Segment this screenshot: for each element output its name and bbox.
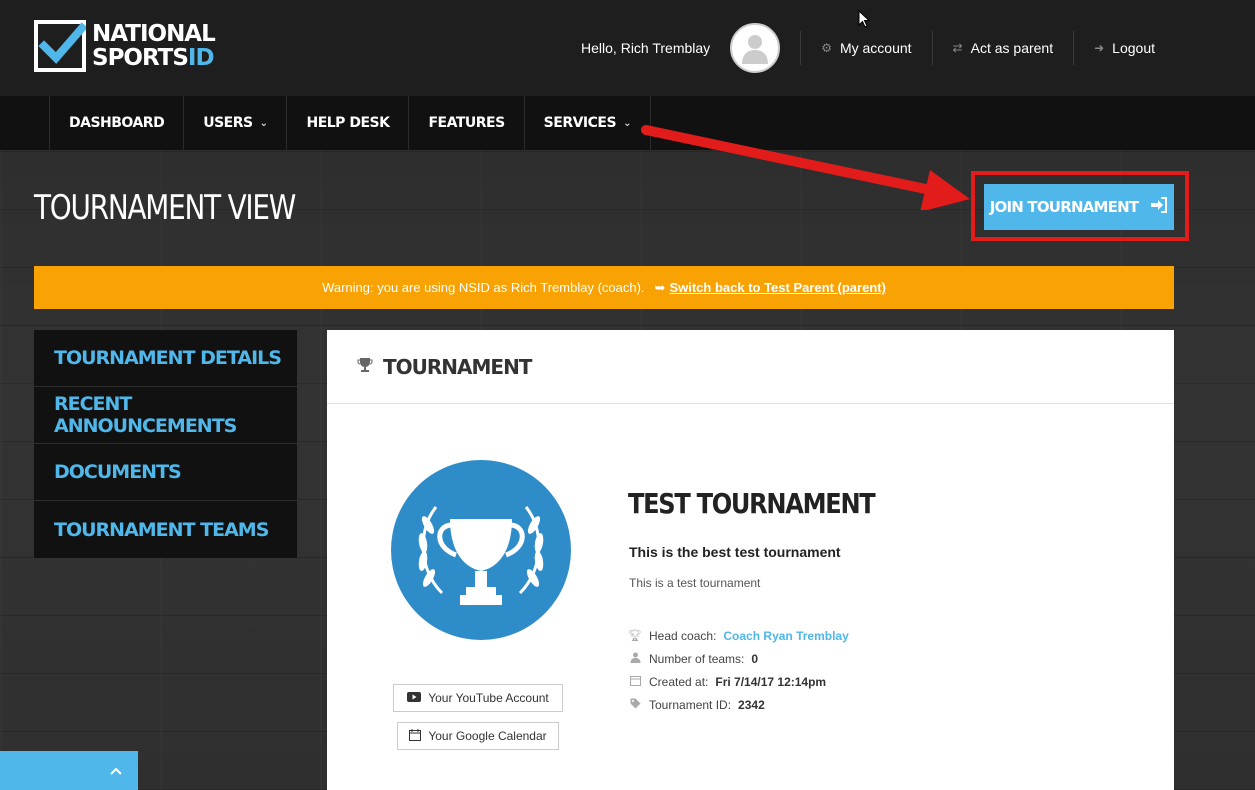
tournament-description: This is a test tournament xyxy=(629,576,761,590)
meta-head-coach: 🏆︎ Head coach: Coach Ryan Tremblay xyxy=(628,624,849,647)
nav-features[interactable]: FEATURES xyxy=(409,96,525,150)
tournament-tagline: This is the best test tournament xyxy=(629,544,841,560)
user-area: Hello, Rich Tremblay ⚙ My account ⇄ Act … xyxy=(581,0,1255,96)
top-header: NATIONAL SPORTSID Hello, Rich Tremblay ⚙… xyxy=(0,0,1255,96)
site-logo[interactable]: NATIONAL SPORTSID xyxy=(34,20,216,72)
tournament-id-label: Tournament ID: xyxy=(649,697,732,712)
user-silhouette-icon xyxy=(742,35,769,64)
join-tournament-button[interactable]: JOIN TOURNAMENT xyxy=(984,184,1174,230)
main-nav: DASHBOARD USERS ⌄ HELP DESK FEATURES SERV… xyxy=(0,96,1255,150)
side-item-tournament-details[interactable]: TOURNAMENT DETAILS xyxy=(34,330,297,387)
youtube-account-button[interactable]: Your YouTube Account xyxy=(393,684,563,712)
trophy-icon xyxy=(357,357,373,377)
page-title: TOURNAMENT VIEW xyxy=(34,188,296,228)
act-as-parent-link[interactable]: ⇄ Act as parent xyxy=(931,31,1074,65)
panel-header: TOURNAMENT xyxy=(327,330,1174,404)
logout-link[interactable]: ➜ Logout xyxy=(1073,31,1175,65)
greeting: Hello, Rich Tremblay xyxy=(581,40,711,56)
nav-users[interactable]: USERS ⌄ xyxy=(184,96,288,150)
logo-line-1: NATIONAL xyxy=(92,21,216,47)
panel-heading: TOURNAMENT xyxy=(383,354,532,379)
nav-services-label: SERVICES xyxy=(543,115,617,131)
nav-dashboard-label: DASHBOARD xyxy=(69,115,165,131)
logo-id: ID xyxy=(187,45,215,71)
chevron-down-icon: ⌄ xyxy=(259,117,268,129)
chevron-down-icon: ⌄ xyxy=(623,117,631,129)
calendar-button-label: Your Google Calendar xyxy=(428,729,547,743)
head-coach-link[interactable]: Coach Ryan Tremblay xyxy=(723,629,848,643)
tournament-logo-icon xyxy=(391,460,571,640)
mouse-cursor-icon xyxy=(858,10,871,28)
logo-text: NATIONAL SPORTSID xyxy=(92,21,216,70)
user-icon xyxy=(628,652,642,666)
switch-back-link[interactable]: Switch back to Test Parent (parent) xyxy=(669,280,885,295)
meta-team-count: Number of teams: 0 xyxy=(628,647,849,670)
tournament-meta: 🏆︎ Head coach: Coach Ryan Tremblay Numbe… xyxy=(628,624,849,716)
logout-icon: ➜ xyxy=(1094,41,1105,55)
expand-tab[interactable] xyxy=(0,751,138,790)
avatar[interactable] xyxy=(730,23,781,73)
nav-help-desk[interactable]: HELP DESK xyxy=(287,96,410,150)
teams-value: 0 xyxy=(751,651,759,666)
nav-users-label: USERS xyxy=(203,115,253,131)
tag-icon xyxy=(628,698,642,712)
annotation-arrow xyxy=(641,125,970,210)
google-calendar-button[interactable]: Your Google Calendar xyxy=(397,722,559,750)
warning-text: Warning: you are using NSID as Rich Trem… xyxy=(322,280,645,295)
join-tournament-label: JOIN TOURNAMENT xyxy=(989,198,1139,216)
teams-label: Number of teams: xyxy=(649,651,745,666)
logo-line-2: SPORTSID xyxy=(92,46,215,70)
side-item-recent-announcements[interactable]: RECENT ANNOUNCEMENTS xyxy=(34,387,297,444)
created-label: Created at: xyxy=(649,674,709,689)
tournament-panel: TOURNAMENT Your YouTube Account Your Goo… xyxy=(327,330,1174,790)
tournament-id-value: 2342 xyxy=(738,697,765,712)
logout-label: Logout xyxy=(1112,40,1155,56)
sign-in-icon xyxy=(1150,197,1168,217)
head-coach-label: Head coach: xyxy=(649,628,717,643)
side-item-documents[interactable]: DOCUMENTS xyxy=(34,444,297,501)
my-account-link[interactable]: ⚙ My account xyxy=(800,31,931,65)
swap-icon: ⇄ xyxy=(952,41,963,55)
nav-dashboard[interactable]: DASHBOARD xyxy=(50,96,185,150)
meta-tournament-id: Tournament ID: 2342 xyxy=(628,693,849,716)
calendar-icon xyxy=(628,675,642,689)
nav-help-desk-label: HELP DESK xyxy=(306,115,390,131)
side-item-tournament-teams[interactable]: TOURNAMENT TEAMS xyxy=(34,501,297,558)
side-item-label: TOURNAMENT DETAILS xyxy=(54,347,282,369)
meta-created-at: Created at: Fri 7/14/17 12:14pm xyxy=(628,670,849,693)
youtube-icon xyxy=(407,691,422,705)
logo-check-icon xyxy=(34,20,86,72)
side-item-label: TOURNAMENT TEAMS xyxy=(54,518,269,541)
side-menu: TOURNAMENT DETAILS RECENT ANNOUNCEMENTS … xyxy=(34,330,297,558)
nav-services[interactable]: SERVICES ⌄ xyxy=(525,96,651,150)
my-account-label: My account xyxy=(839,40,912,56)
created-value: Fri 7/14/17 12:14pm xyxy=(715,674,827,689)
youtube-button-label: Your YouTube Account xyxy=(428,691,549,705)
calendar-icon xyxy=(409,728,422,744)
side-item-label: DOCUMENTS xyxy=(54,461,182,483)
side-item-label: RECENT ANNOUNCEMENTS xyxy=(54,393,237,437)
trophy-icon: 🏆︎ xyxy=(628,630,642,642)
impersonation-warning: Warning: you are using NSID as Rich Trem… xyxy=(34,266,1174,309)
switch-user-icon: ➥ xyxy=(654,279,666,295)
nav-features-label: FEATURES xyxy=(428,115,505,131)
gear-icon: ⚙ xyxy=(821,41,832,55)
logo-sports: SPORTS xyxy=(92,45,189,71)
act-as-parent-label: Act as parent xyxy=(970,40,1054,56)
chevron-up-icon xyxy=(110,762,122,780)
tournament-name: TEST TOURNAMENT xyxy=(628,487,876,520)
